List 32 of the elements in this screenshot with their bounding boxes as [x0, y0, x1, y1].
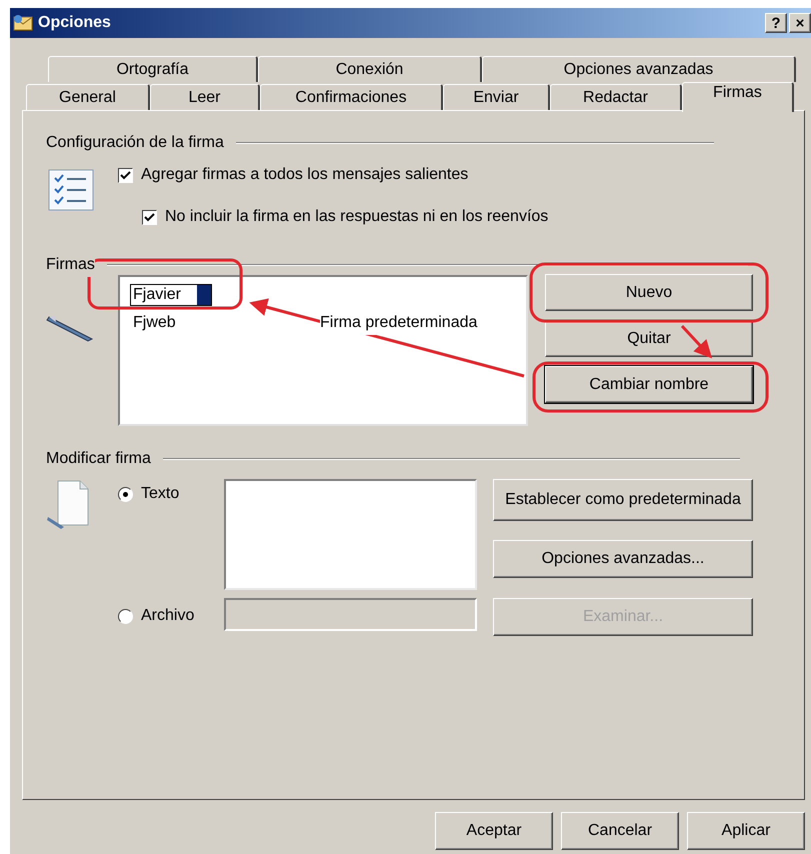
- list-button[interactable]: Nuevo: [545, 274, 753, 311]
- action-button[interactable]: Establecer como predeterminada: [493, 479, 753, 521]
- arrow: [680, 324, 712, 358]
- tab[interactable]: Ortografía: [48, 56, 258, 82]
- file-path-field[interactable]: [224, 598, 477, 631]
- checkbox[interactable]: [142, 210, 157, 224]
- dialog-button[interactable]: Aplicar: [687, 812, 805, 850]
- tab[interactable]: Firmas: [682, 82, 794, 112]
- radio-button[interactable]: [118, 486, 133, 502]
- rename-field[interactable]: Fjavier: [130, 284, 212, 306]
- checklist-icon: [48, 169, 94, 211]
- tab[interactable]: Conexión: [258, 56, 482, 82]
- list-button[interactable]: Cambiar nombre: [545, 366, 753, 403]
- tab[interactable]: Leer: [150, 84, 260, 110]
- radio-button[interactable]: [118, 608, 133, 624]
- signature-text-area[interactable]: [224, 479, 477, 590]
- checkbox-label: Agregar firmas a todos los mensajes salientes: [141, 165, 468, 185]
- close-button[interactable]: ×: [789, 13, 811, 33]
- dialog-button[interactable]: Aceptar: [435, 812, 553, 850]
- tab[interactable]: General: [26, 84, 150, 110]
- radio-label: Archivo: [141, 606, 194, 626]
- checkbox[interactable]: [118, 168, 133, 182]
- window-title: Opciones: [38, 13, 111, 33]
- checkbox-label: No incluir la firma en las respuestas ni en los reenvíos: [165, 207, 548, 227]
- tab[interactable]: Confirmaciones: [260, 84, 443, 110]
- radio-label: Texto: [141, 484, 180, 504]
- list-item[interactable]: Fjweb: [130, 311, 212, 335]
- dialog-button[interactable]: Cancelar: [561, 812, 679, 850]
- tab[interactable]: Enviar: [443, 84, 550, 110]
- help-button[interactable]: ?: [765, 13, 787, 33]
- app-icon: [12, 13, 34, 33]
- action-button[interactable]: Opciones avanzadas...: [493, 540, 753, 578]
